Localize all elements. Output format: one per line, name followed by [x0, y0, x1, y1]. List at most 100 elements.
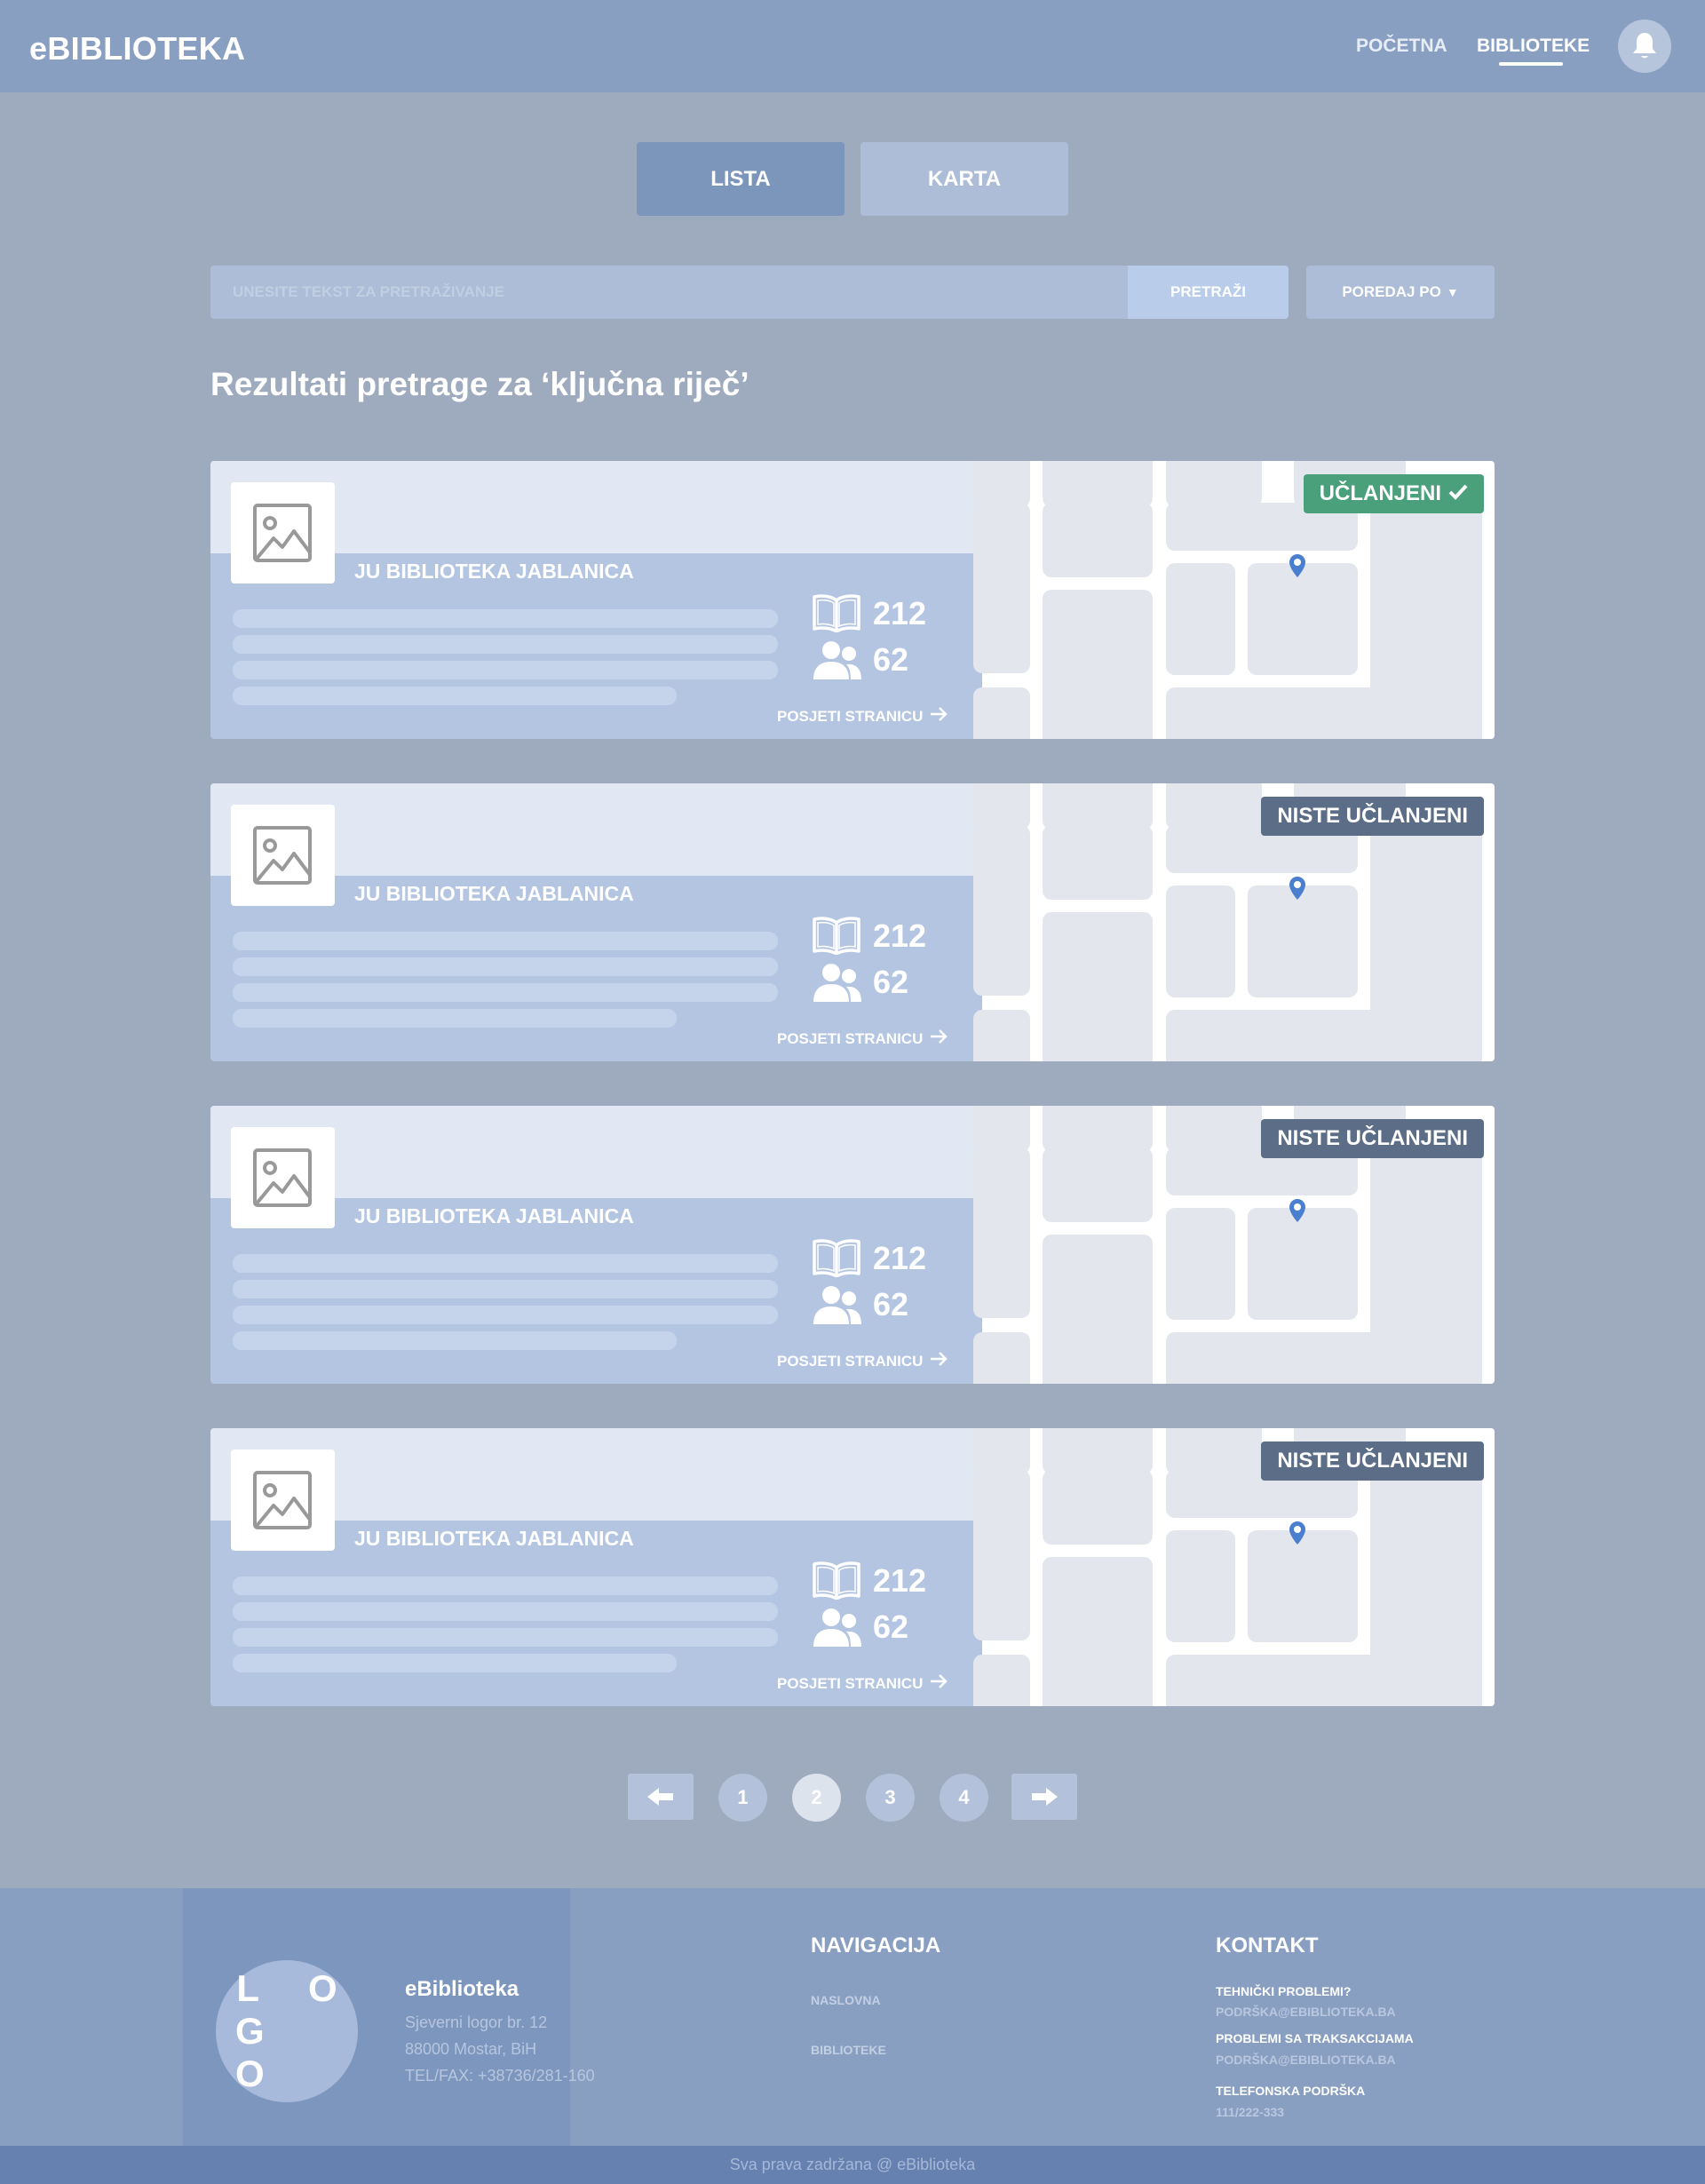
badge-label: NISTE UČLANJENI	[1277, 1126, 1468, 1150]
arrow-right-icon	[1032, 1788, 1058, 1806]
page-2-button[interactable]: 2	[792, 1774, 841, 1822]
not-member-badge: NISTE UČLANJENI	[1261, 797, 1484, 836]
map-pin-icon	[1289, 876, 1306, 905]
visit-page-link[interactable]: POSJETI STRANICU	[777, 1674, 948, 1693]
notifications-button[interactable]	[1618, 20, 1671, 73]
not-member-badge: NISTE UČLANJENI	[1261, 1441, 1484, 1481]
books-count: 212	[873, 595, 927, 631]
page-3-button[interactable]: 3	[866, 1774, 915, 1822]
members-count: 62	[873, 964, 909, 1000]
library-image	[231, 805, 335, 906]
copyright-text: Sva prava zadržana @ eBiblioteka	[729, 2156, 976, 2173]
description-line	[233, 932, 778, 950]
book-icon	[812, 916, 861, 959]
description-line	[233, 1280, 778, 1298]
book-icon	[812, 1238, 861, 1282]
map-block	[1043, 1557, 1153, 1706]
books-count: 212	[873, 1240, 927, 1276]
library-card: JU BIBLIOTEKA JABLANICA 212 62 POSJETI S…	[210, 1106, 1495, 1384]
footer-nav-libraries[interactable]: BIBLIOTEKE	[811, 2043, 886, 2057]
map-block	[1166, 1655, 1482, 1706]
users-icon	[812, 1608, 861, 1653]
prev-page-button[interactable]	[628, 1774, 694, 1820]
map-block	[1043, 1470, 1153, 1545]
library-name: JU BIBLIOTEKA JABLANICA	[354, 882, 634, 905]
search-input[interactable]	[233, 266, 1032, 319]
map-block	[1043, 825, 1153, 900]
sort-label: POREDAJ PO	[1342, 283, 1441, 300]
footer-brand: eBiblioteka	[405, 1977, 519, 2001]
map-block	[1043, 1235, 1153, 1384]
map-block	[973, 825, 1030, 996]
map-block	[973, 1428, 1030, 1474]
description-line	[233, 635, 778, 654]
library-name: JU BIBLIOTEKA JABLANICA	[354, 1527, 634, 1550]
library-name: JU BIBLIOTEKA JABLANICA	[354, 560, 634, 583]
footer-nav-title: NAVIGACIJA	[811, 1934, 941, 1958]
arrow-right-icon	[930, 1029, 948, 1048]
description-line	[233, 983, 778, 1002]
map-block	[1166, 687, 1482, 739]
map-block	[1043, 783, 1153, 830]
page-4-button[interactable]: 4	[940, 1774, 988, 1822]
contact-transactions-label: PROBLEMI SA TRAKSAKCIJAMA	[1216, 2031, 1414, 2045]
map-block	[1166, 1428, 1262, 1474]
map-pin-icon	[1289, 1521, 1306, 1550]
library-card: JU BIBLIOTEKA JABLANICA 212 62 POSJETI S…	[210, 461, 1495, 739]
map-block	[973, 503, 1030, 673]
users-icon	[812, 1285, 861, 1330]
visit-page-link[interactable]: POSJETI STRANICU	[777, 1029, 948, 1048]
logo-line-2: G O	[235, 2010, 284, 2094]
library-name: JU BIBLIOTEKA JABLANICA	[354, 1204, 634, 1227]
badge-label: NISTE UČLANJENI	[1277, 1449, 1468, 1473]
library-card: JU BIBLIOTEKA JABLANICA 212 62 POSJETI S…	[210, 1428, 1495, 1706]
description-line	[233, 609, 778, 628]
visit-page-label: POSJETI STRANICU	[777, 1352, 924, 1370]
map-block	[973, 1106, 1030, 1152]
map-block	[973, 687, 1030, 739]
description-line	[233, 1602, 778, 1621]
map-block	[973, 461, 1030, 507]
footer-nav-home[interactable]: NASLOVNA	[811, 1993, 881, 2007]
map-block	[1166, 563, 1235, 675]
description-line	[233, 1654, 677, 1672]
map-block	[973, 1470, 1030, 1640]
description-line	[233, 957, 778, 976]
map-block	[1043, 461, 1153, 507]
nav-libraries-link[interactable]: BIBLIOTEKE	[1477, 36, 1590, 57]
visit-page-link[interactable]: POSJETI STRANICU	[777, 1352, 948, 1370]
members-count: 62	[873, 1286, 909, 1322]
map-block	[1166, 1106, 1262, 1152]
map-block	[1166, 1208, 1235, 1320]
next-page-button[interactable]	[1011, 1774, 1077, 1820]
books-count: 212	[873, 1562, 927, 1599]
contact-tech-email[interactable]: PODRŠKA@EBIBLIOTEKA.BA	[1216, 2005, 1396, 2019]
visit-page-link[interactable]: POSJETI STRANICU	[777, 707, 948, 726]
contact-phone-label: TELEFONSKA PODRŠKA	[1216, 2084, 1366, 2098]
description-line	[233, 1331, 677, 1350]
contact-transactions-email[interactable]: PODRŠKA@EBIBLIOTEKA.BA	[1216, 2053, 1396, 2067]
users-icon	[812, 963, 861, 1008]
map-block	[1166, 886, 1235, 997]
list-view-button[interactable]: LISTA	[637, 142, 845, 216]
map-block	[1370, 1470, 1482, 1674]
members-count: 62	[873, 1608, 909, 1645]
arrow-right-icon	[930, 707, 948, 726]
nav-home-link[interactable]: POČETNA	[1356, 36, 1447, 57]
members-count: 62	[873, 641, 909, 678]
map-block	[1370, 825, 1482, 1029]
map-block	[973, 783, 1030, 830]
map-view-button[interactable]: KARTA	[860, 142, 1068, 216]
contact-tech-label: TEHNIČKI PROBLEMI?	[1216, 1984, 1352, 1998]
map-pin-icon	[1289, 553, 1306, 583]
map-block	[1043, 1428, 1153, 1474]
description-line	[233, 1306, 778, 1324]
book-icon	[812, 1561, 861, 1604]
sort-dropdown[interactable]: POREDAJ PO ▼	[1306, 266, 1495, 319]
brand-logo[interactable]: eBIBLIOTEKA	[29, 30, 245, 68]
map-pin-icon	[1289, 1198, 1306, 1227]
footer-address-city: 88000 Mostar, BiH	[405, 2040, 537, 2058]
description-line	[233, 1009, 677, 1028]
page-1-button[interactable]: 1	[718, 1774, 767, 1822]
search-button[interactable]: PRETRAŽI	[1128, 266, 1289, 319]
